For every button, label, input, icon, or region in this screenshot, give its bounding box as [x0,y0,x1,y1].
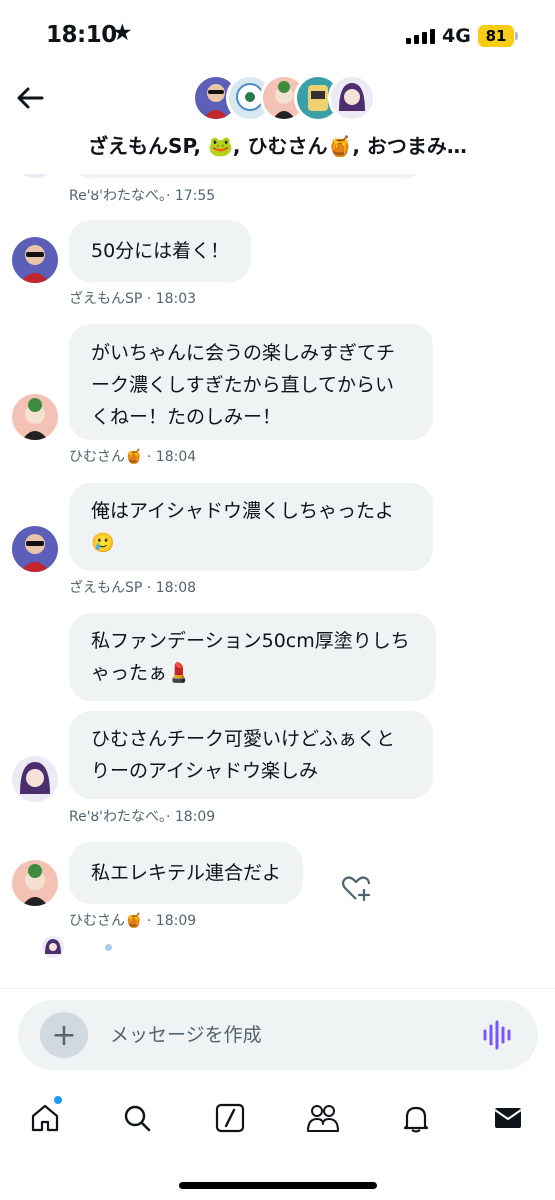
message-list[interactable]: Re'ȣ'わたなべ。· 17:55 50分には着く！ ざえもんSP · 18:0… [0,150,555,988]
nav-grok[interactable] [210,1098,250,1138]
add-reaction-button[interactable] [340,872,372,904]
message-meta: ひむさん🍯 · 18:09 [69,913,197,929]
voice-message-button[interactable] [482,1020,514,1050]
avatar[interactable] [12,756,58,802]
message-meta: ざえもんSP · 18:03 [69,291,197,307]
typing-indicator [105,944,112,951]
message-text: 私エレキテル連合だよ [91,862,282,884]
message-meta: Re'ȣ'わたなべ。· 18:09 [69,809,216,825]
back-button[interactable] [10,80,50,116]
communities-icon [307,1105,339,1132]
avatar[interactable] [12,526,58,572]
message-bubble[interactable]: ひむさんチーク可愛いけどふぁくとりーのアイシャドウ楽しみ [69,711,433,799]
message-text: ひむさんチーク可愛いけどふぁくとりーのアイシャドウ楽しみ [91,728,396,782]
home-unread-dot [54,1096,62,1104]
bell-icon [403,1106,429,1133]
message-text: がいちゃんに会うの楽しみすぎてチーク濃くしすぎたから直してからいくねー！たのしみ… [91,342,396,428]
voice-waveform-icon [483,1020,511,1050]
message-bubble[interactable]: 俺はアイシャドウ濃くしちゃったよ🥲 [69,483,433,571]
signal-icon [406,28,435,44]
home-indicator [179,1182,377,1189]
message-meta: ざえもんSP · 18:08 [69,580,197,596]
nav-notifications[interactable] [396,1098,436,1138]
plus-icon: + [51,1017,77,1053]
group-title[interactable]: ざえもんSP, 🐸, ひむさん🍯, おつまみ… [0,130,555,159]
avatar [328,74,376,122]
typing-avatar [42,936,64,958]
conversation-header: ざえもんSP, 🐸, ひむさん🍯, おつまみ… [0,66,555,174]
arrow-left-icon [17,87,44,109]
battery-icon: 81 [478,25,514,47]
divider [0,988,555,989]
nav-messages[interactable] [488,1098,528,1138]
battery-cap [515,32,518,40]
star-icon: ★ [112,20,133,46]
add-media-button[interactable]: + [40,1012,88,1058]
nav-communities[interactable] [303,1098,343,1138]
message-meta: ひむさん🍯 · 18:04 [69,449,197,465]
avatar[interactable] [12,394,58,440]
message-bubble[interactable]: 私ファンデーション50cm厚塗りしちゃったぁ💄 [69,613,436,701]
search-icon [124,1105,151,1132]
message-bubble[interactable]: 私エレキテル連合だよ [69,842,304,904]
avatar[interactable] [12,860,58,906]
status-bar: 18:10 ★ 4G 81 [0,0,555,66]
message-input[interactable] [110,1018,450,1052]
home-icon [31,1104,59,1132]
message-text: 私ファンデーション50cm厚塗りしちゃったぁ💄 [91,630,410,684]
message-composer: + [18,1000,538,1070]
network-type: 4G [442,25,471,47]
message-meta: Re'ȣ'わたなべ。· 17:55 [69,188,216,204]
nav-search[interactable] [117,1098,157,1138]
avatar[interactable] [12,237,58,283]
nav-home[interactable] [25,1098,65,1138]
message-bubble[interactable]: 50分には着く！ [69,220,252,282]
message-bubble[interactable]: がいちゃんに会うの楽しみすぎてチーク濃くしすぎたから直してからいくねー！たのしみ… [69,324,433,440]
bottom-nav [0,1090,555,1150]
heart-plus-icon [341,876,371,902]
grok-icon [215,1103,245,1133]
group-avatars[interactable] [192,74,376,122]
message-text: 50分には着く！ [91,240,230,262]
message-text: 俺はアイシャドウ濃くしちゃったよ🥲 [91,500,395,554]
mail-icon [494,1108,522,1128]
status-time: 18:10 [46,22,117,48]
